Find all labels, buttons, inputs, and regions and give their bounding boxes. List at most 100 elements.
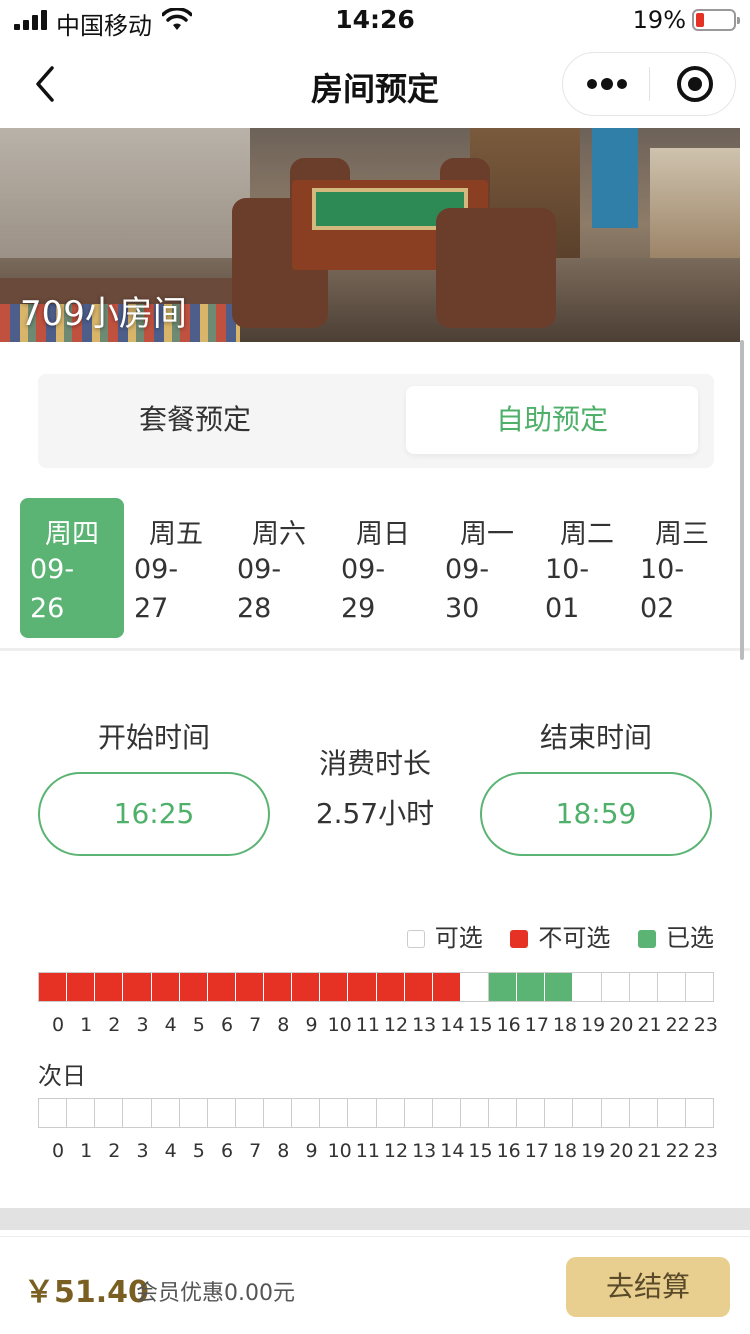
hour-slot[interactable] [658, 973, 686, 1001]
hour-slot[interactable] [630, 1099, 658, 1127]
date-weekday: 周四 [45, 519, 99, 550]
hour-label: 7 [249, 1014, 262, 1036]
hour-slot[interactable] [404, 973, 433, 1001]
hour-slot[interactable] [461, 1099, 489, 1127]
hour-label: 19 [581, 1014, 606, 1036]
miniprogram-capsule [562, 52, 736, 116]
today-hour-grid [38, 972, 714, 1002]
hour-slot[interactable] [123, 1099, 152, 1127]
more-icon[interactable] [563, 53, 649, 115]
capsule-divider [649, 67, 650, 101]
hour-slot[interactable] [658, 1099, 686, 1127]
date-item[interactable]: 周六 09- 28 [227, 498, 331, 638]
hour-slot[interactable] [602, 973, 630, 1001]
hour-slot[interactable] [489, 973, 518, 1001]
checkout-button[interactable]: 去结算 [566, 1257, 730, 1317]
start-time-picker[interactable]: 16:25 [38, 772, 270, 856]
hour-slot[interactable] [236, 1099, 264, 1127]
hour-slot[interactable] [264, 1099, 293, 1127]
date-weekday: 周一 [460, 519, 514, 550]
section-separator [0, 1208, 750, 1230]
hour-slot[interactable] [348, 973, 377, 1001]
hour-slot[interactable] [405, 1099, 433, 1127]
hour-label: 6 [220, 1014, 234, 1036]
hour-label: 23 [693, 1014, 718, 1036]
hour-label: 1 [80, 1140, 93, 1162]
hour-slot[interactable] [320, 973, 349, 1001]
hour-slot[interactable] [489, 1099, 518, 1127]
hour-slot[interactable] [517, 973, 546, 1001]
hour-slot[interactable] [95, 973, 124, 1001]
hour-slot[interactable] [95, 1099, 124, 1127]
hour-slot[interactable] [207, 973, 236, 1001]
hour-label: 5 [192, 1140, 205, 1162]
battery-percent: 19% [632, 6, 686, 34]
hour-slot[interactable] [630, 973, 658, 1001]
hour-label: 9 [305, 1014, 318, 1036]
hour-slot[interactable] [433, 1099, 461, 1127]
legend-unavailable-swatch [510, 930, 529, 948]
hour-slot[interactable] [152, 1099, 180, 1127]
end-time-picker[interactable]: 18:59 [480, 772, 712, 856]
hour-label: 16 [496, 1014, 521, 1036]
next-day-hour-grid [38, 1098, 714, 1128]
hour-slot[interactable] [39, 973, 68, 1001]
date-item[interactable]: 周日 09- 29 [331, 498, 435, 638]
date-item[interactable]: 周二 10- 01 [535, 498, 639, 638]
scrollbar[interactable] [740, 340, 744, 660]
hour-slot[interactable] [264, 973, 293, 1001]
hour-slot[interactable] [235, 973, 264, 1001]
date-item[interactable]: 周五 09- 27 [124, 498, 228, 638]
hour-label: 19 [581, 1140, 606, 1162]
hour-label: 8 [277, 1014, 290, 1036]
hour-slot[interactable] [573, 973, 602, 1001]
hour-slot[interactable] [180, 1099, 208, 1127]
hour-slot[interactable] [67, 973, 96, 1001]
hour-slot[interactable] [686, 1099, 713, 1127]
hour-label: 15 [468, 1140, 493, 1162]
hour-slot[interactable] [67, 1099, 96, 1127]
hour-slot[interactable] [292, 973, 321, 1001]
date-value: 10- 02 [640, 554, 685, 624]
hour-slot[interactable] [151, 973, 180, 1001]
tab-package-booking[interactable]: 套餐预定 [50, 386, 340, 454]
hour-label: 18 [552, 1014, 578, 1036]
hour-label: 10 [327, 1014, 352, 1036]
hour-slot[interactable] [376, 973, 405, 1001]
hour-slot[interactable] [123, 973, 152, 1001]
hour-slot[interactable] [348, 1099, 377, 1127]
hour-label: 4 [164, 1014, 177, 1036]
hour-label: 1 [80, 1014, 93, 1036]
legend-selected-text: 已选 [666, 924, 714, 952]
date-item[interactable]: 周一 09- 30 [435, 498, 539, 638]
hour-label: 17 [524, 1014, 549, 1036]
close-miniprogram-icon[interactable] [677, 66, 713, 102]
nav-bar: 房间预定 [0, 40, 750, 128]
hour-slot[interactable] [545, 973, 574, 1001]
hour-slot[interactable] [208, 1099, 236, 1127]
duration-value: 2.57小时 [315, 797, 435, 830]
date-item[interactable]: 周四 09- 26 [20, 498, 124, 638]
hour-slot[interactable] [602, 1099, 630, 1127]
hour-slot[interactable] [39, 1099, 68, 1127]
date-item[interactable]: 周三 10- 02 [630, 498, 734, 638]
hour-slot[interactable] [320, 1099, 349, 1127]
date-weekday: 周日 [356, 519, 410, 550]
hour-slot[interactable] [545, 1099, 574, 1127]
tab-self-booking[interactable]: 自助预定 [406, 386, 698, 454]
hour-slot[interactable] [377, 1099, 405, 1127]
date-value: 09- 29 [341, 554, 386, 624]
hour-slot[interactable] [179, 973, 208, 1001]
room-name: 709小房间 [20, 294, 187, 334]
hour-slot[interactable] [517, 1099, 546, 1127]
hour-slot[interactable] [461, 973, 489, 1001]
hour-label: 12 [383, 1014, 409, 1036]
hour-label: 12 [383, 1140, 409, 1162]
hour-legend: 可选 不可选 已选 [387, 918, 714, 952]
date-weekday: 周三 [655, 519, 709, 550]
hour-slot[interactable] [432, 973, 461, 1001]
hour-slot[interactable] [292, 1099, 321, 1127]
hour-slot[interactable] [573, 1099, 602, 1127]
hour-slot[interactable] [686, 973, 713, 1001]
hour-label: 17 [524, 1140, 549, 1162]
